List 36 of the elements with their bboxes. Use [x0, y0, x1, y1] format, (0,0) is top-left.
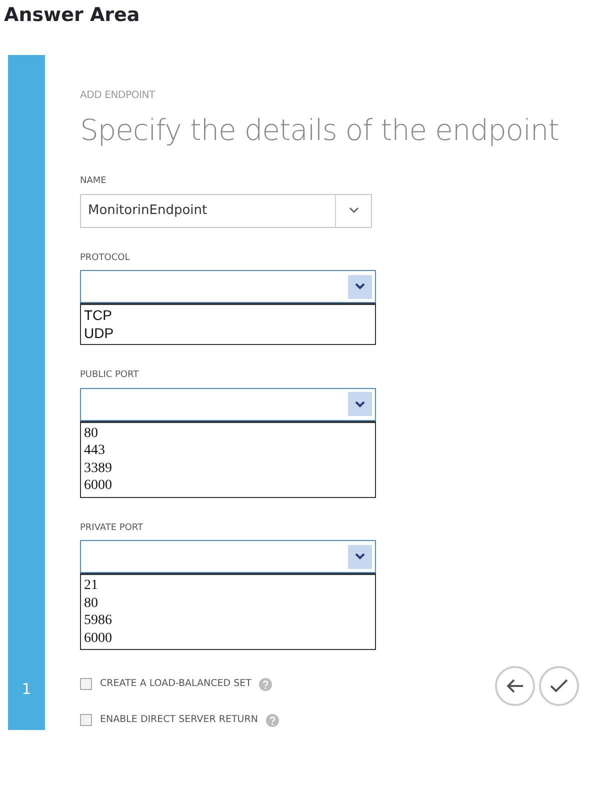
dropdown-option[interactable]: 80: [84, 424, 373, 442]
field-label: PROTOCOL: [80, 252, 131, 264]
field-label: PRIVATE PORT: [80, 522, 144, 534]
checkbox-label: ENABLE DIRECT SERVER RETURN: [100, 712, 258, 727]
dropdown-option[interactable]: 3389: [84, 460, 373, 477]
field-label: NAME: [80, 175, 108, 188]
checkbox[interactable]: [80, 678, 92, 690]
answer-area-heading: Answer Area: [3, 3, 141, 28]
dropdown-option[interactable]: 6000: [84, 477, 373, 494]
dropdown-caret-icon[interactable]: [348, 544, 372, 568]
dropdown-option[interactable]: TCP: [84, 307, 373, 324]
name-combo-field[interactable]: MonitorinEndpoint: [80, 194, 372, 228]
checkbox[interactable]: [80, 714, 92, 726]
dropdown-caret-icon[interactable]: [348, 274, 372, 298]
dropdown-option[interactable]: 80: [84, 594, 373, 612]
dialog-subtitle: ADD ENDPOINT: [80, 89, 156, 103]
caret-icon: [348, 207, 358, 214]
back-button[interactable]: [495, 666, 535, 706]
dropdown-option[interactable]: UDP: [84, 324, 373, 342]
dropdown-caret-icon[interactable]: [348, 392, 372, 416]
checkbox-label: CREATE A LOAD-BALANCED SET: [100, 676, 252, 691]
dialog-title: Specify the details of the endpoint: [80, 113, 560, 147]
help-icon: [266, 714, 279, 726]
dropdown-option[interactable]: 21: [84, 577, 373, 594]
dropdown-option[interactable]: 443: [84, 442, 373, 460]
dropdown-option[interactable]: 6000: [84, 630, 373, 647]
dropdown-option[interactable]: 5986: [84, 612, 373, 630]
checkmark-icon: [550, 679, 568, 693]
dropdown-field[interactable]: [80, 388, 376, 420]
finish-button[interactable]: [539, 666, 579, 706]
help-icon: [259, 678, 272, 690]
dropdown-field[interactable]: [80, 270, 376, 303]
step-number: 1: [22, 678, 32, 700]
field-label: PUBLIC PORT: [80, 369, 140, 382]
back-arrow-icon: [507, 679, 523, 693]
dropdown-field[interactable]: [80, 540, 376, 573]
